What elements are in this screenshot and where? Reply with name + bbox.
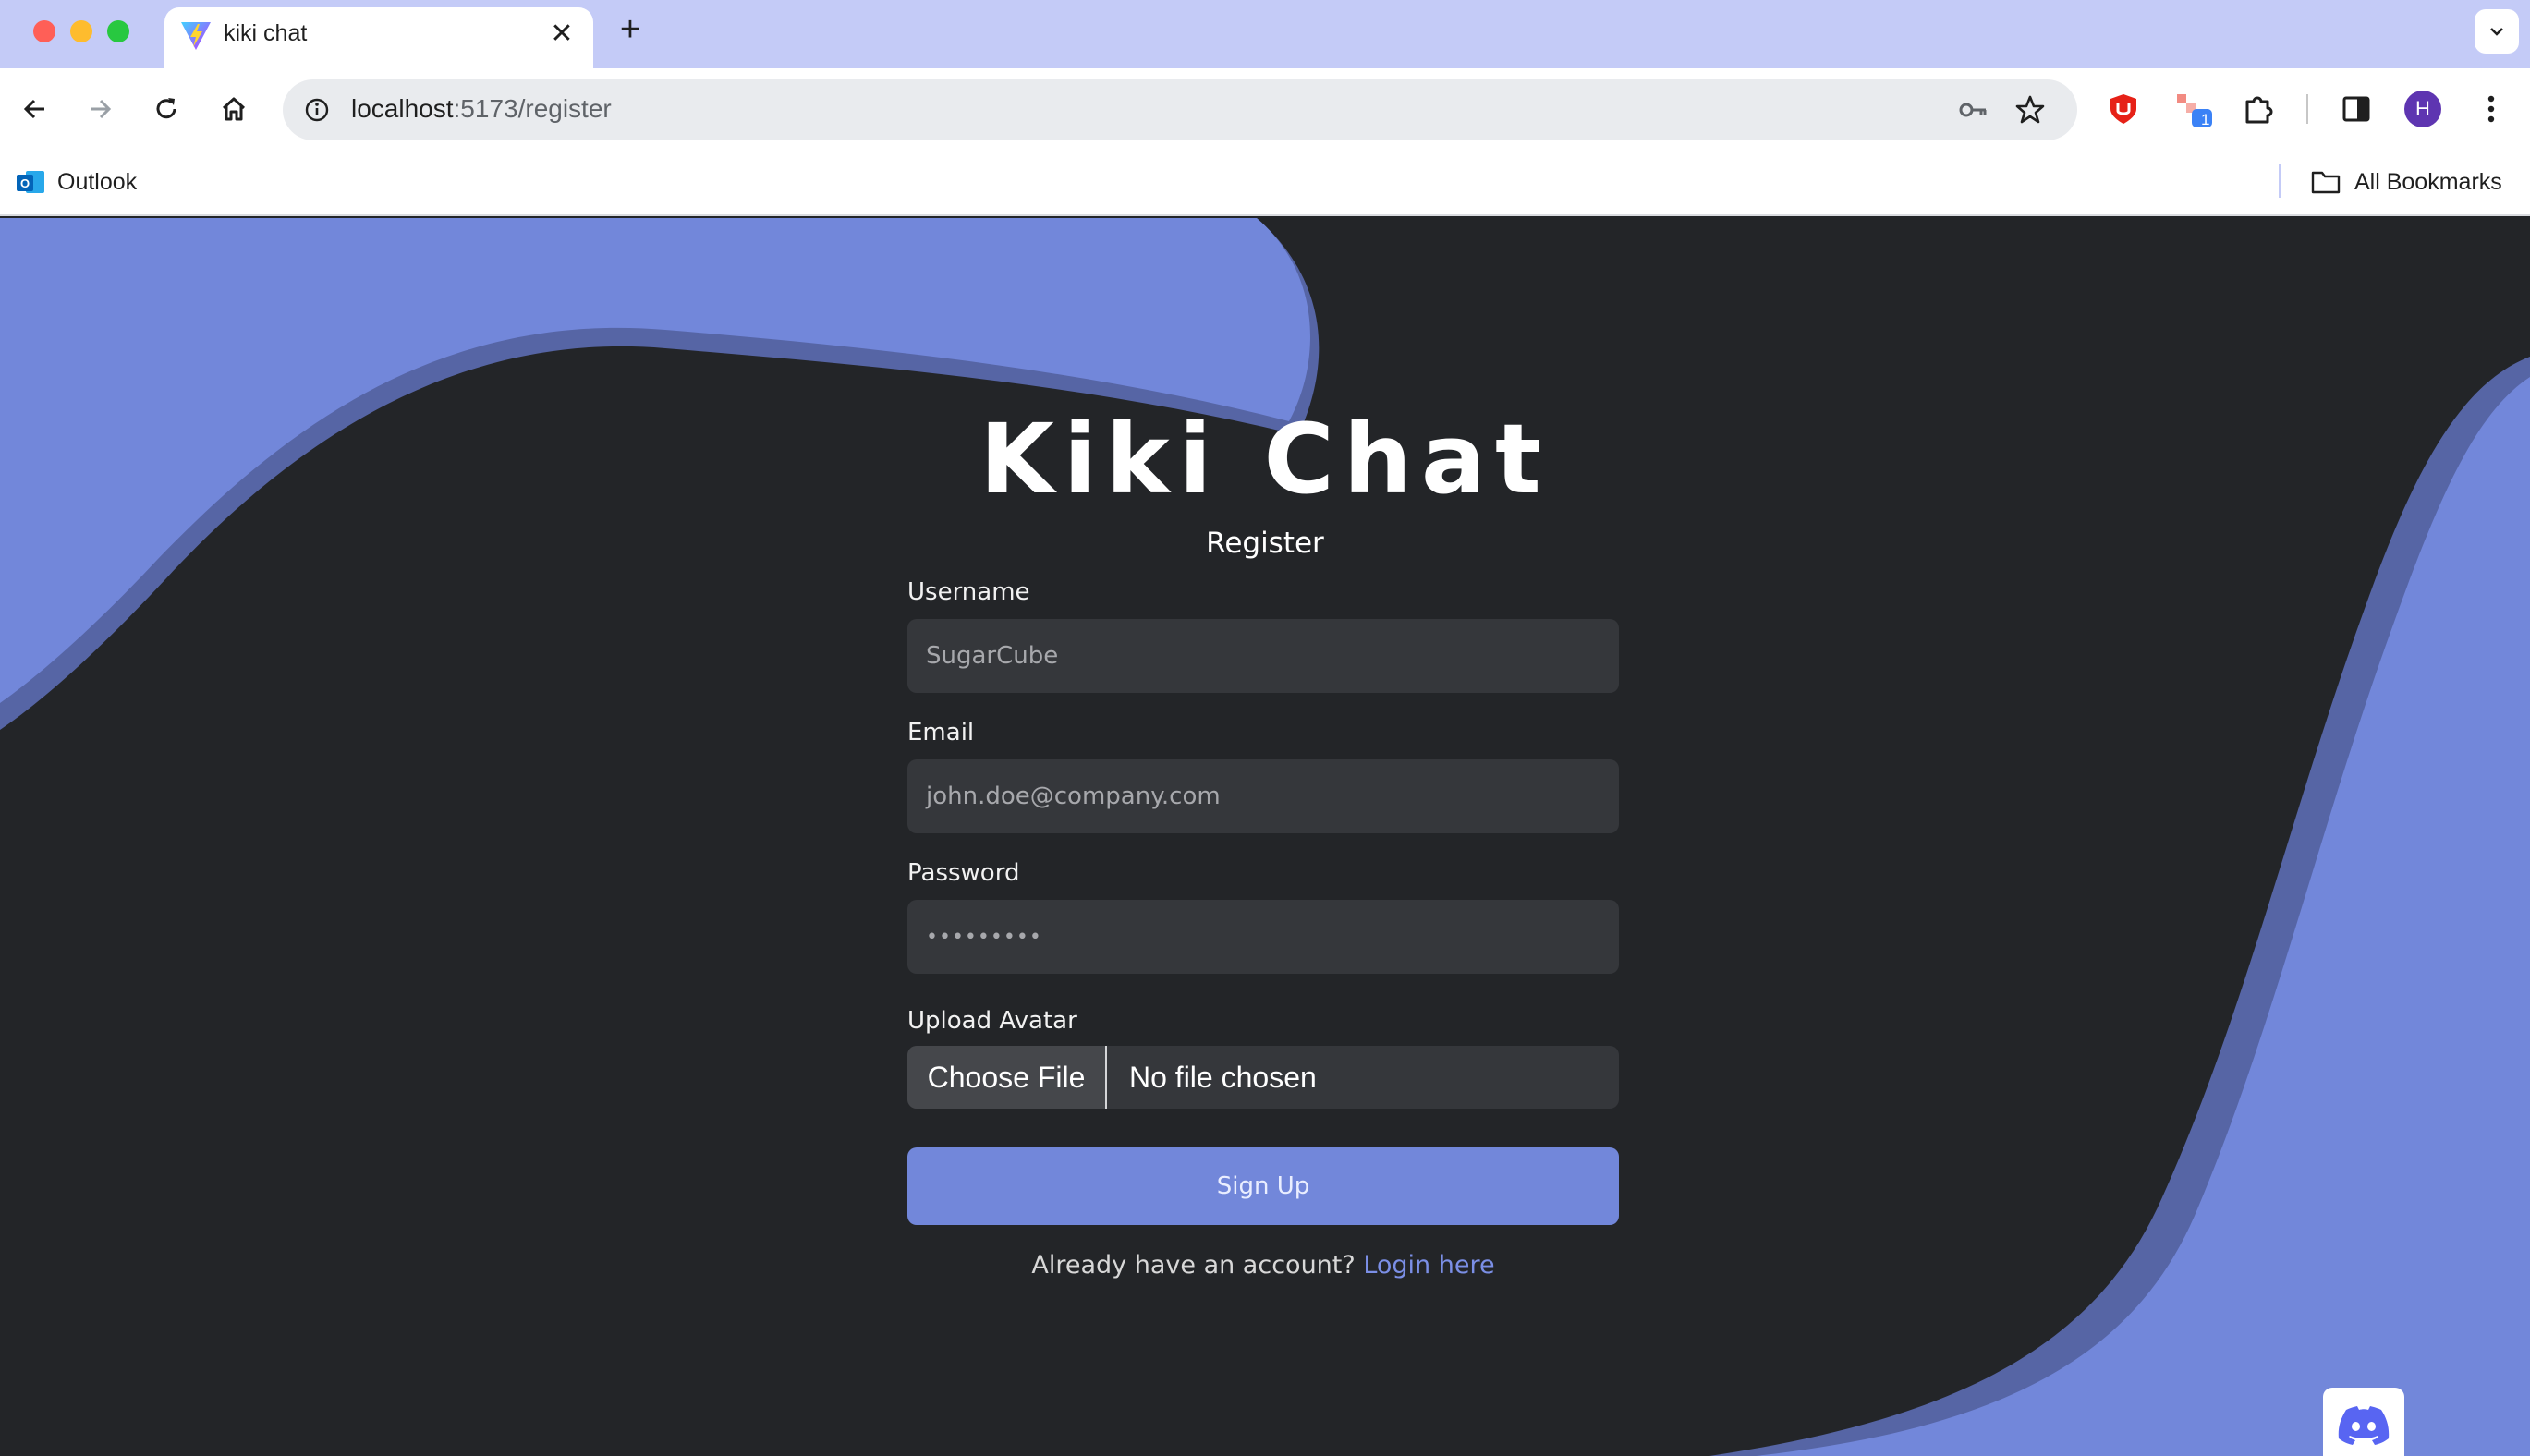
- email-input[interactable]: john.doe@company.com: [907, 759, 1619, 833]
- tab-strip: kiki chat ✕ +: [0, 0, 2530, 68]
- bookmark-label: Outlook: [57, 168, 138, 195]
- file-status-text: No file chosen: [1129, 1060, 1317, 1094]
- tab-title: kiki chat: [224, 20, 308, 46]
- login-prompt: Already have an account? Login here: [907, 1251, 1619, 1280]
- forward-button[interactable]: [78, 87, 122, 131]
- password-key-icon[interactable]: [1952, 89, 1994, 131]
- side-panel-icon[interactable]: [2334, 87, 2378, 131]
- maximize-window-button[interactable]: [107, 20, 129, 42]
- vite-logo-icon: [179, 18, 213, 52]
- extension-badge-count: 1: [2201, 111, 2210, 128]
- profile-avatar[interactable]: H: [2404, 91, 2441, 127]
- tab-search-button[interactable]: [2475, 9, 2519, 54]
- extensions-puzzle-icon[interactable]: [2236, 87, 2281, 131]
- login-prompt-text: Already have an account?: [1031, 1251, 1356, 1280]
- sign-up-button[interactable]: Sign Up: [907, 1147, 1619, 1225]
- avatar-label: Upload Avatar: [907, 1007, 1077, 1035]
- back-button[interactable]: [13, 87, 57, 131]
- bookmark-star-icon[interactable]: [2009, 89, 2051, 131]
- browser-tab[interactable]: kiki chat ✕: [164, 7, 593, 68]
- address-bar[interactable]: localhost:5173/register: [283, 79, 2077, 140]
- password-placeholder: •••••••••: [926, 925, 1042, 949]
- discord-icon: [2338, 1406, 2390, 1445]
- forward-arrow-icon: [91, 99, 112, 119]
- login-link[interactable]: Login here: [1363, 1251, 1494, 1280]
- toolbar-divider: [2306, 94, 2308, 124]
- url-text: localhost:5173/register: [351, 94, 612, 123]
- browser-toolbar: localhost:5173/register 1 H: [0, 68, 2530, 148]
- all-bookmarks-label: All Bookmarks: [2354, 168, 2502, 195]
- extension-with-badge-icon[interactable]: 1: [2171, 87, 2216, 131]
- close-window-button[interactable]: [33, 20, 55, 42]
- home-button[interactable]: [212, 87, 256, 131]
- bookmarks-bar: O Outlook All Bookmarks: [0, 148, 2530, 216]
- tab-close-icon[interactable]: ✕: [543, 15, 580, 52]
- reload-button[interactable]: [144, 87, 189, 131]
- folder-icon: [2310, 169, 2341, 195]
- minimize-window-button[interactable]: [70, 20, 92, 42]
- app-title: Kiki Chat: [979, 403, 1551, 516]
- page-viewport: Kiki Chat Register Username SugarCube Em…: [0, 218, 2530, 1456]
- site-info-icon[interactable]: [296, 89, 338, 131]
- email-label: Email: [907, 719, 975, 746]
- bookmark-outlook[interactable]: O Outlook: [15, 164, 137, 200]
- username-placeholder: SugarCube: [926, 642, 1059, 670]
- username-input[interactable]: SugarCube: [907, 619, 1619, 693]
- username-label: Username: [907, 578, 1030, 606]
- avatar-file-input[interactable]: Choose File No file chosen: [907, 1046, 1619, 1109]
- password-label: Password: [907, 859, 1020, 887]
- browser-menu-icon[interactable]: [2469, 87, 2513, 131]
- bookmarks-separator: [2279, 164, 2281, 198]
- back-arrow-icon: [23, 99, 44, 119]
- discord-widget-button[interactable]: [2323, 1388, 2404, 1456]
- outlook-icon: O: [15, 168, 46, 196]
- chevron-down-icon: [2490, 28, 2503, 36]
- ublock-extension-icon[interactable]: [2101, 87, 2146, 131]
- new-tab-button[interactable]: +: [612, 10, 649, 49]
- svg-text:O: O: [20, 176, 30, 190]
- password-input[interactable]: •••••••••: [907, 900, 1619, 974]
- email-placeholder: john.doe@company.com: [926, 783, 1221, 810]
- reload-icon: [156, 98, 176, 119]
- page-subtitle: Register: [1206, 527, 1324, 560]
- all-bookmarks-button[interactable]: All Bookmarks: [2310, 164, 2502, 200]
- choose-file-button[interactable]: Choose File: [907, 1046, 1107, 1109]
- home-icon: [222, 97, 246, 121]
